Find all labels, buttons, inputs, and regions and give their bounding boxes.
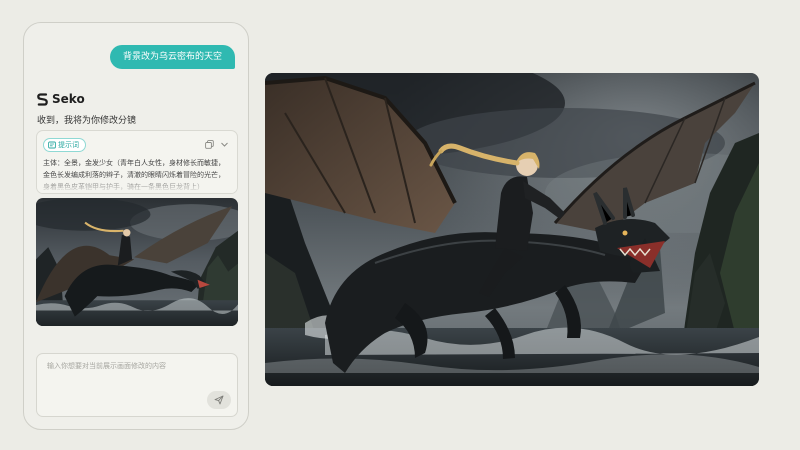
thumbnail-image — [36, 198, 238, 326]
prompt-badge[interactable]: 提示词 — [43, 138, 86, 152]
prompt-card: 提示词 主体：全景，金发少女（青年白人女性，身材修长而敏捷，金色长发编成利落的辫… — [36, 130, 238, 194]
assistant-message: 收到，我将为你修改分镜 — [37, 116, 137, 126]
copy-icon[interactable] — [205, 140, 214, 149]
seko-logo-icon — [37, 92, 48, 106]
dragon-rider-scene — [265, 73, 759, 386]
user-message-bubble: 背景改为乌云密布的天空 — [109, 45, 235, 69]
main-preview-image[interactable] — [265, 73, 759, 386]
prompt-badge-label: 提示词 — [58, 141, 79, 149]
edit-input-box — [36, 353, 238, 417]
brand-name: Seko — [52, 92, 85, 106]
assistant-header: Seko — [37, 92, 85, 106]
edit-input[interactable] — [37, 354, 237, 416]
send-button[interactable] — [207, 391, 231, 409]
chevron-down-icon[interactable] — [220, 140, 229, 149]
storyboard-thumbnail[interactable] — [36, 198, 238, 326]
send-icon — [214, 395, 224, 405]
prompt-fade — [37, 175, 237, 193]
tag-icon — [48, 141, 56, 149]
chat-panel: 背景改为乌云密布的天空 Seko 收到，我将为你修改分镜 提示词 主体：全景，金… — [23, 22, 249, 430]
